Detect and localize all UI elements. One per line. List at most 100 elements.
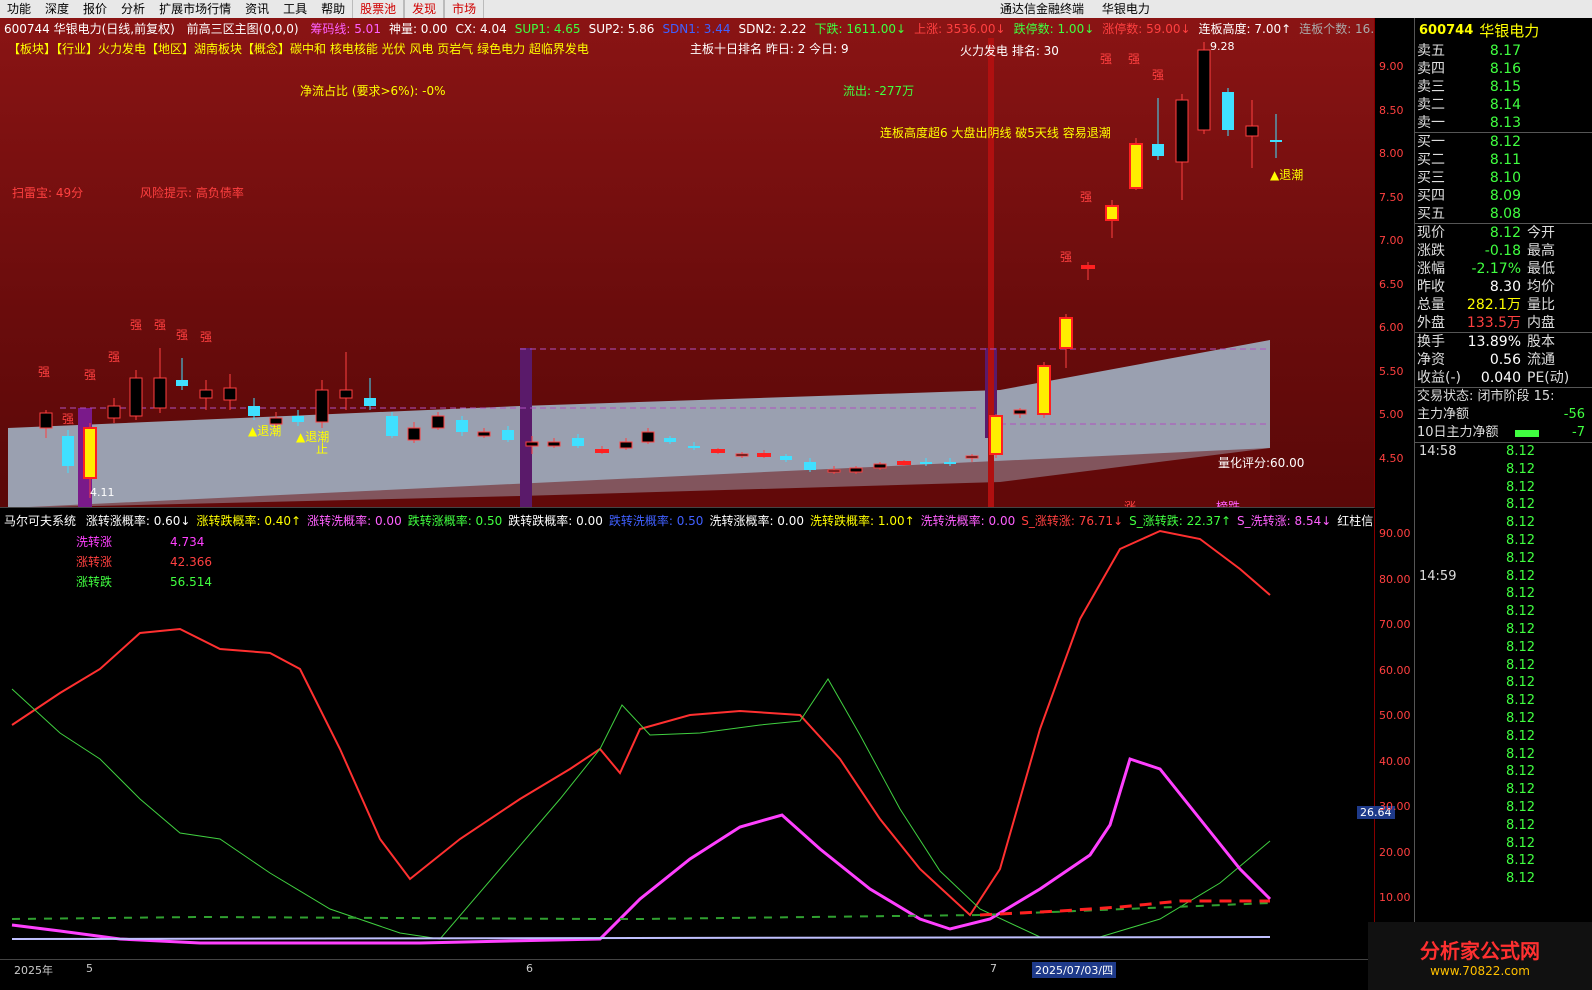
tick-time [1415,496,1475,514]
risk-tip: 风险提示: 高负债率 [140,186,244,200]
stat-label: 涨幅 [1417,261,1445,277]
sub-tick: 50.00 [1379,709,1411,722]
candle-body [641,431,655,443]
strong-tag: 强 [176,328,189,342]
tick-time [1415,461,1475,479]
book-price: 8.16 [1489,61,1521,77]
book-price: 8.09 [1489,188,1521,204]
tick-time: 14:58 [1419,444,1457,459]
watermark-logo: 分析家公式网 www.70822.com [1368,922,1592,990]
tick-price: 8.12 [1506,461,1535,477]
stat-label: 净资 [1417,352,1445,368]
legend-item: 涨转跌 56.514 [76,573,212,590]
book-row[interactable]: 买四 8.09 [1415,187,1592,205]
indicator-7: 下跌: 1611.00↓ [814,22,907,36]
book-row[interactable]: 买三 8.10 [1415,169,1592,187]
menu-help[interactable]: 帮助 [314,0,352,18]
scan-score: 扫雷宝: 49分 [12,186,84,200]
candle-body [339,389,353,399]
stat-row: 涨跌 -0.18 最高 [1415,242,1592,260]
tick-price: 8.12 [1506,532,1535,548]
candle-body [364,398,376,406]
book-row[interactable]: 买一 8.12 [1415,133,1592,151]
tick-price: 8.12 [1506,782,1535,798]
legend-value: 42.366 [170,555,212,569]
sub-tick: 70.00 [1379,618,1411,631]
chart-mode[interactable]: 前高三区主图(0,0,0) [187,22,299,36]
quote-header: 600744 华银电力 [1415,18,1592,42]
stock-code: 600744 [1419,22,1474,38]
high-label: 9.28 [1210,40,1235,53]
menu-depth[interactable]: 深度 [38,0,76,18]
menu-stock-pool[interactable]: 股票池 [352,0,405,18]
indicator-4: SUP2: 5.86 [588,22,655,36]
tick-price: 8.12 [1506,746,1535,762]
candle-body [595,449,609,453]
book-label: 买二 [1417,152,1445,168]
stat-label: 总量 [1417,297,1445,313]
quant-score: 量化评分:60.00 [1218,456,1305,470]
book-row[interactable]: 卖二 8.14 [1415,96,1592,114]
book-label: 卖五 [1417,43,1445,59]
tick-list[interactable]: 14:58 8.12 8.12 8.12 8.12 8.12 8.12 8.12 14:59 8.… [1415,443,1592,888]
price-axis: 9.00 8.50 8.00 7.50 7.00 6.50 6.00 5.50 5.00 4.50 [1374,18,1414,508]
menu-tools[interactable]: 工具 [276,0,314,18]
quote-stats-2: 换手 13.89% 股本 净资 0.56 流通 收益(-) 0.040 PE(动) [1415,333,1592,387]
main-kline-chart[interactable]: 600744 华银电力(日线,前复权) 前高三区主图(0,0,0) 筹码线: 5… [0,18,1374,508]
tick-time [1415,763,1475,781]
kline-canvas [8,38,1282,507]
menu-discover[interactable]: 发现 [404,0,445,18]
menu-news[interactable]: 资讯 [238,0,276,18]
quote-stats: 现价 8.12 今开 涨跌 -0.18 最高 涨幅 -2.17% 最低 昨收 8.30 均价 总量 282… [1415,224,1592,332]
stat-label-2: 内盘 [1527,315,1555,331]
indicator-9: 跌停数: 1.00↓ [1013,22,1095,36]
candle-body [62,436,74,466]
markov-indicator-chart[interactable]: 马尔可夫系统 涨转涨概率: 0.60↓ 涨转跌概率: 0.40↑ 涨转洗概率: 0.… [0,509,1374,959]
tick-row: 8.12 [1415,763,1592,781]
legend-value: 4.734 [170,535,205,549]
book-row[interactable]: 卖四 8.16 [1415,60,1592,78]
tick-price: 8.12 [1506,657,1535,673]
tick-price: 8.12 [1506,764,1535,780]
sub-tick: 80.00 [1379,572,1411,586]
candle-body [735,453,749,457]
book-row[interactable]: 卖五 8.17 [1415,42,1592,60]
candle-body [619,441,633,449]
menu-functions[interactable]: 功能 [0,0,38,18]
menu-analysis[interactable]: 分析 [114,0,152,18]
candle-body [477,431,491,437]
sub-indicator-8: 洗转洗概率: 0.00 [920,514,1016,528]
stat-value: 13.89% [1467,334,1521,350]
stat-value: 133.5万 [1466,315,1521,331]
candle-body [107,405,121,419]
outflow: 流出: -277万 [843,84,915,98]
legend-label: 涨转涨 [76,555,113,569]
book-row[interactable]: 买五 8.08 [1415,205,1592,223]
menu-market[interactable]: 市场 [444,0,485,18]
book-row[interactable]: 买二 8.11 [1415,151,1592,169]
tick-row: 8.12 [1415,799,1592,817]
menu-extended-market[interactable]: 扩展市场行情 [152,0,238,18]
menu-quotes[interactable]: 报价 [76,0,114,18]
legend-item: 涨转涨 42.366 [76,553,212,570]
price-tick: 9.00 [1379,60,1404,73]
book-row[interactable]: 卖三 8.15 [1415,78,1592,96]
white-baseline [11,936,1271,940]
tick-row: 14:59 8.12 [1415,568,1592,586]
candle-body [1129,143,1143,189]
strong-tag: 强 [38,365,51,379]
sub-tick: 90.00 [1379,527,1411,540]
sub-title[interactable]: 马尔可夫系统 [4,514,76,528]
book-row[interactable]: 卖一 8.13 [1415,114,1592,132]
strong-tag: 强 [1080,190,1093,204]
sub-indicator-0: 涨转涨概率: 0.60↓ [85,514,191,528]
tick-row: 8.12 [1415,585,1592,603]
stat-row: 现价 8.12 今开 [1415,224,1592,242]
stat-label-2: 今开 [1527,225,1555,241]
candle-body [39,412,53,429]
book-label: 卖二 [1417,97,1445,113]
legend-label: 涨转跌 [76,575,113,589]
candle-body [780,456,792,460]
stat-label-2: 流通 [1527,352,1555,368]
indicator-11: 连板高度: 7.00↑ [1198,22,1292,36]
